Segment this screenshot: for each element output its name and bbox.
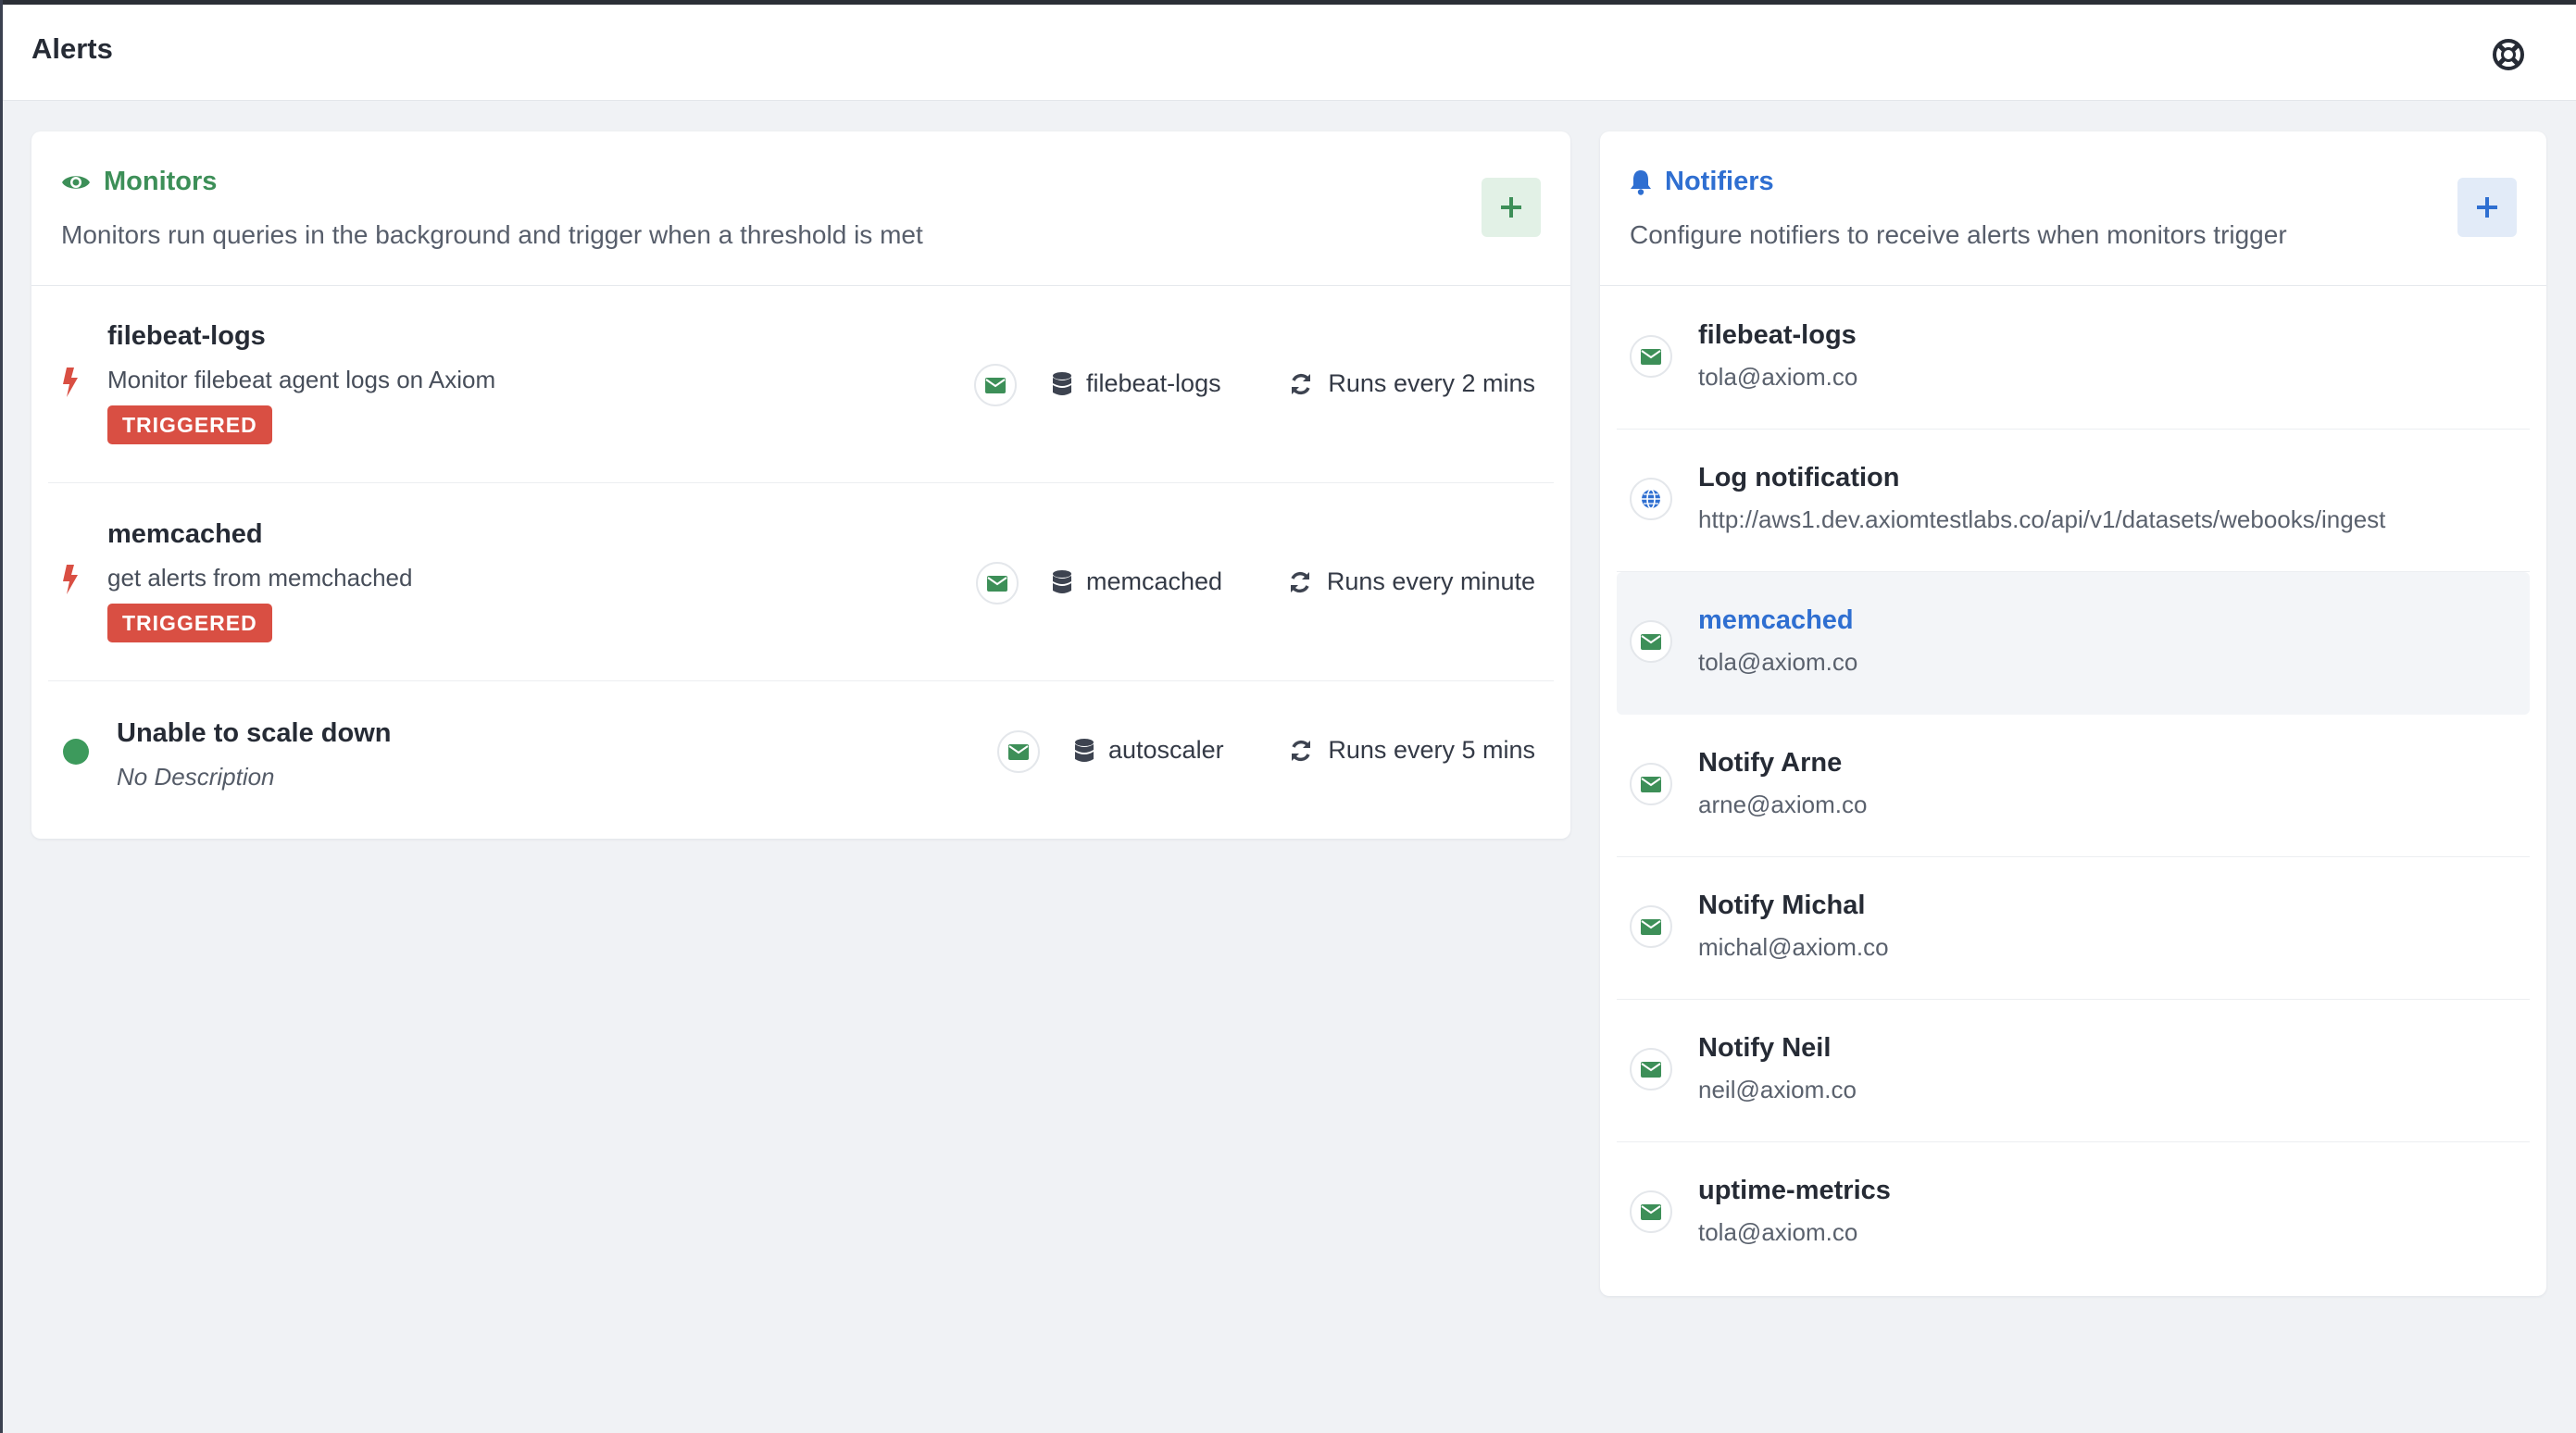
monitors-title: Monitors — [61, 167, 217, 197]
dataset-label: filebeat-logs — [1086, 369, 1221, 397]
notifier-row[interactable]: Log notification http://aws1.dev.axiomte… — [1617, 430, 2530, 572]
status-ok-dot — [63, 739, 89, 765]
monitor-description: No Description — [117, 763, 275, 791]
notifier-name: memcached — [1698, 605, 1854, 635]
monitor-schedule: Runs every minute — [1288, 567, 1535, 596]
monitor-row-filebeat-logs[interactable]: filebeat-logs Monitor filebeat agent log… — [48, 286, 1554, 483]
notifier-row[interactable]: Notify Arne arne@axiom.co — [1617, 715, 2530, 857]
notifier-row[interactable]: Notify Neil neil@axiom.co — [1617, 1000, 2530, 1142]
monitor-row-memcached[interactable]: memcached get alerts from memchached TRI… — [48, 484, 1554, 681]
notifier-address: michal@axiom.co — [1698, 933, 1889, 961]
schedule-label: Runs every 5 mins — [1328, 736, 1535, 764]
monitors-description: Monitors run queries in the background a… — [61, 220, 923, 249]
window-left-edge — [0, 0, 3, 1433]
lightning-icon — [63, 565, 78, 594]
plus-icon — [1501, 197, 1521, 218]
add-monitor-button[interactable] — [1482, 178, 1541, 237]
envelope-icon — [1630, 620, 1672, 663]
add-notifier-button[interactable] — [2457, 178, 2517, 237]
monitor-name: memcached — [107, 519, 263, 549]
dataset-label: autoscaler — [1108, 736, 1224, 764]
lifebuoy-icon[interactable] — [2492, 38, 2525, 71]
envelope-icon — [1630, 905, 1672, 948]
monitors-header: Monitors Monitors run queries in the bac… — [31, 131, 1570, 286]
refresh-icon — [1290, 571, 1309, 592]
database-icon — [1053, 569, 1071, 593]
monitors-title-text: Monitors — [104, 167, 218, 196]
envelope-icon — [1630, 1190, 1672, 1233]
monitor-dataset: memcached — [1053, 567, 1222, 596]
notifiers-header: Notifiers Configure notifiers to receive… — [1600, 131, 2546, 286]
notifiers-card: Notifiers Configure notifiers to receive… — [1600, 131, 2546, 1296]
plus-icon — [2477, 197, 2497, 218]
lightning-icon — [63, 368, 78, 397]
envelope-icon — [997, 730, 1040, 773]
monitor-dataset: filebeat-logs — [1053, 369, 1221, 398]
envelope-icon — [1630, 335, 1672, 378]
notifier-name: Log notification — [1698, 463, 1900, 492]
notifier-name: uptime-metrics — [1698, 1176, 1891, 1205]
monitor-dataset: autoscaler — [1075, 736, 1224, 765]
monitor-description: get alerts from memchached — [107, 564, 413, 592]
monitor-schedule: Runs every 5 mins — [1289, 736, 1535, 765]
globe-icon — [1630, 478, 1672, 520]
notifier-name: Notify Neil — [1698, 1033, 1832, 1063]
notifiers-title-text: Notifiers — [1665, 167, 1774, 196]
notifier-row-selected[interactable]: memcached tola@axiom.co — [1617, 572, 2530, 715]
notifier-address: tola@axiom.co — [1698, 648, 1858, 676]
triggered-badge: TRIGGERED — [107, 604, 272, 642]
bell-icon — [1631, 169, 1651, 195]
notifier-name: filebeat-logs — [1698, 320, 1857, 350]
envelope-icon — [1630, 763, 1672, 805]
refresh-icon — [1292, 373, 1311, 394]
notifier-address: tola@axiom.co — [1698, 363, 1858, 391]
notifier-row[interactable]: filebeat-logs tola@axiom.co — [1617, 287, 2530, 430]
notifier-address: http://aws1.dev.axiomtestlabs.co/api/v1/… — [1698, 505, 2386, 533]
notifier-name: Notify Arne — [1698, 748, 1843, 778]
page-header: Alerts — [3, 5, 2576, 101]
envelope-icon — [974, 364, 1017, 406]
notifier-address: arne@axiom.co — [1698, 791, 1868, 818]
envelope-icon — [1630, 1048, 1672, 1090]
database-icon — [1075, 738, 1094, 762]
page-title: Alerts — [31, 32, 113, 65]
envelope-icon — [976, 562, 1019, 604]
notifier-row[interactable]: uptime-metrics tola@axiom.co — [1617, 1142, 2530, 1285]
monitor-row-unable-to-scale-down[interactable]: Unable to scale down No Description auto… — [48, 682, 1554, 821]
notifier-name: Notify Michal — [1698, 891, 1866, 920]
notifier-address: neil@axiom.co — [1698, 1076, 1857, 1103]
database-icon — [1053, 371, 1071, 395]
notifier-address: tola@axiom.co — [1698, 1218, 1858, 1246]
monitor-description: Monitor filebeat agent logs on Axiom — [107, 366, 496, 393]
schedule-label: Runs every minute — [1326, 567, 1535, 595]
triggered-badge: TRIGGERED — [107, 405, 272, 444]
monitor-schedule: Runs every 2 mins — [1289, 369, 1535, 398]
dataset-label: memcached — [1086, 567, 1223, 595]
schedule-label: Runs every 2 mins — [1328, 369, 1535, 397]
monitor-name: Unable to scale down — [117, 718, 392, 748]
monitors-card: Monitors Monitors run queries in the bac… — [31, 131, 1570, 839]
notifiers-title: Notifiers — [1630, 167, 1774, 197]
refresh-icon — [1292, 740, 1311, 761]
notifier-row[interactable]: Notify Michal michal@axiom.co — [1617, 857, 2530, 1000]
eye-icon — [62, 175, 90, 189]
monitor-name: filebeat-logs — [107, 321, 266, 351]
notifiers-description: Configure notifiers to receive alerts wh… — [1630, 220, 2287, 249]
